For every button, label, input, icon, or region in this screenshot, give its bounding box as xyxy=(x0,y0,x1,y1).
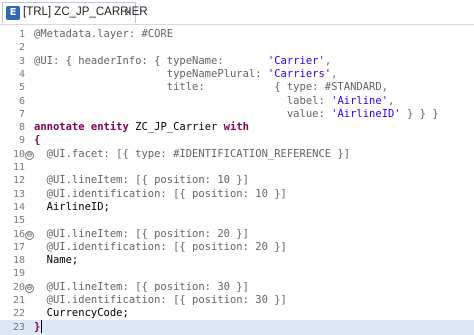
code-token: , xyxy=(388,94,395,107)
fold-toggle-icon[interactable]: ⊖ xyxy=(25,150,34,160)
code-token: @UI.identification: [{ position: 20 }] xyxy=(34,240,287,253)
code-token: Name; xyxy=(34,254,79,267)
code-token: @UI.identification: [{ position: 10 }] xyxy=(34,187,287,200)
code-token: 'Airline' xyxy=(331,94,389,107)
fold-toggle-icon[interactable]: ⊖ xyxy=(25,283,34,293)
code-token: with xyxy=(223,121,249,134)
code-token: } xyxy=(34,320,41,333)
text-cursor xyxy=(41,320,43,334)
code-token: value: xyxy=(34,107,332,120)
code-token: } } } xyxy=(400,107,439,120)
code-token: 'Carriers' xyxy=(267,67,332,80)
code-token: title: { type: #STANDARD, xyxy=(34,81,389,94)
code-token: { xyxy=(34,134,41,147)
code-editor[interactable]: 1 @Metadata.layer: #CORE 2 3 @UI: { headerIn… xyxy=(0,25,474,335)
code-token: AirlineID; xyxy=(34,200,110,213)
code-token: @UI.lineItem: [{ position: 30 }] xyxy=(34,280,249,293)
code-token: , xyxy=(324,54,332,67)
code-token: label: xyxy=(34,94,332,107)
code-token: @Metadata.layer: #CORE xyxy=(34,28,174,40)
code-token: CurrencyCode; xyxy=(34,307,129,320)
code-token: @UI.facet: [{ type: #IDENTIFICATION_REFE… xyxy=(34,147,351,160)
code-token: @UI.identification: [{ position: 30 }] xyxy=(34,294,287,306)
code-token: annotate entity xyxy=(34,121,136,134)
code-token: 'AirlineID' xyxy=(331,107,401,120)
code-token: , xyxy=(331,67,338,80)
code-line[interactable]: 23} xyxy=(0,319,474,335)
code-token: ZC_JP_Carrier xyxy=(135,121,224,134)
code-token: 'Carrier' xyxy=(267,54,325,67)
fold-toggle-icon[interactable]: ⊖ xyxy=(25,230,34,240)
editor-tab[interactable]: E [TRL] ZC_JP_CARRIER ✕ xyxy=(2,2,148,23)
close-icon[interactable]: ✕ xyxy=(121,5,135,21)
line-number: 23 xyxy=(12,321,25,333)
abap-cds-file-icon: E xyxy=(6,6,20,20)
editor-tab-bar: E [TRL] ZC_JP_CARRIER ✕ xyxy=(0,0,474,25)
code-text: } xyxy=(34,320,43,335)
code-token: @UI.lineItem: [{ position: 10 }] xyxy=(34,174,249,187)
code-token: @UI.lineItem: [{ position: 20 }] xyxy=(34,227,249,240)
code-token: @UI: { headerInfo: { typeName: xyxy=(34,54,268,67)
code-token: typeNamePlural: xyxy=(34,67,268,80)
